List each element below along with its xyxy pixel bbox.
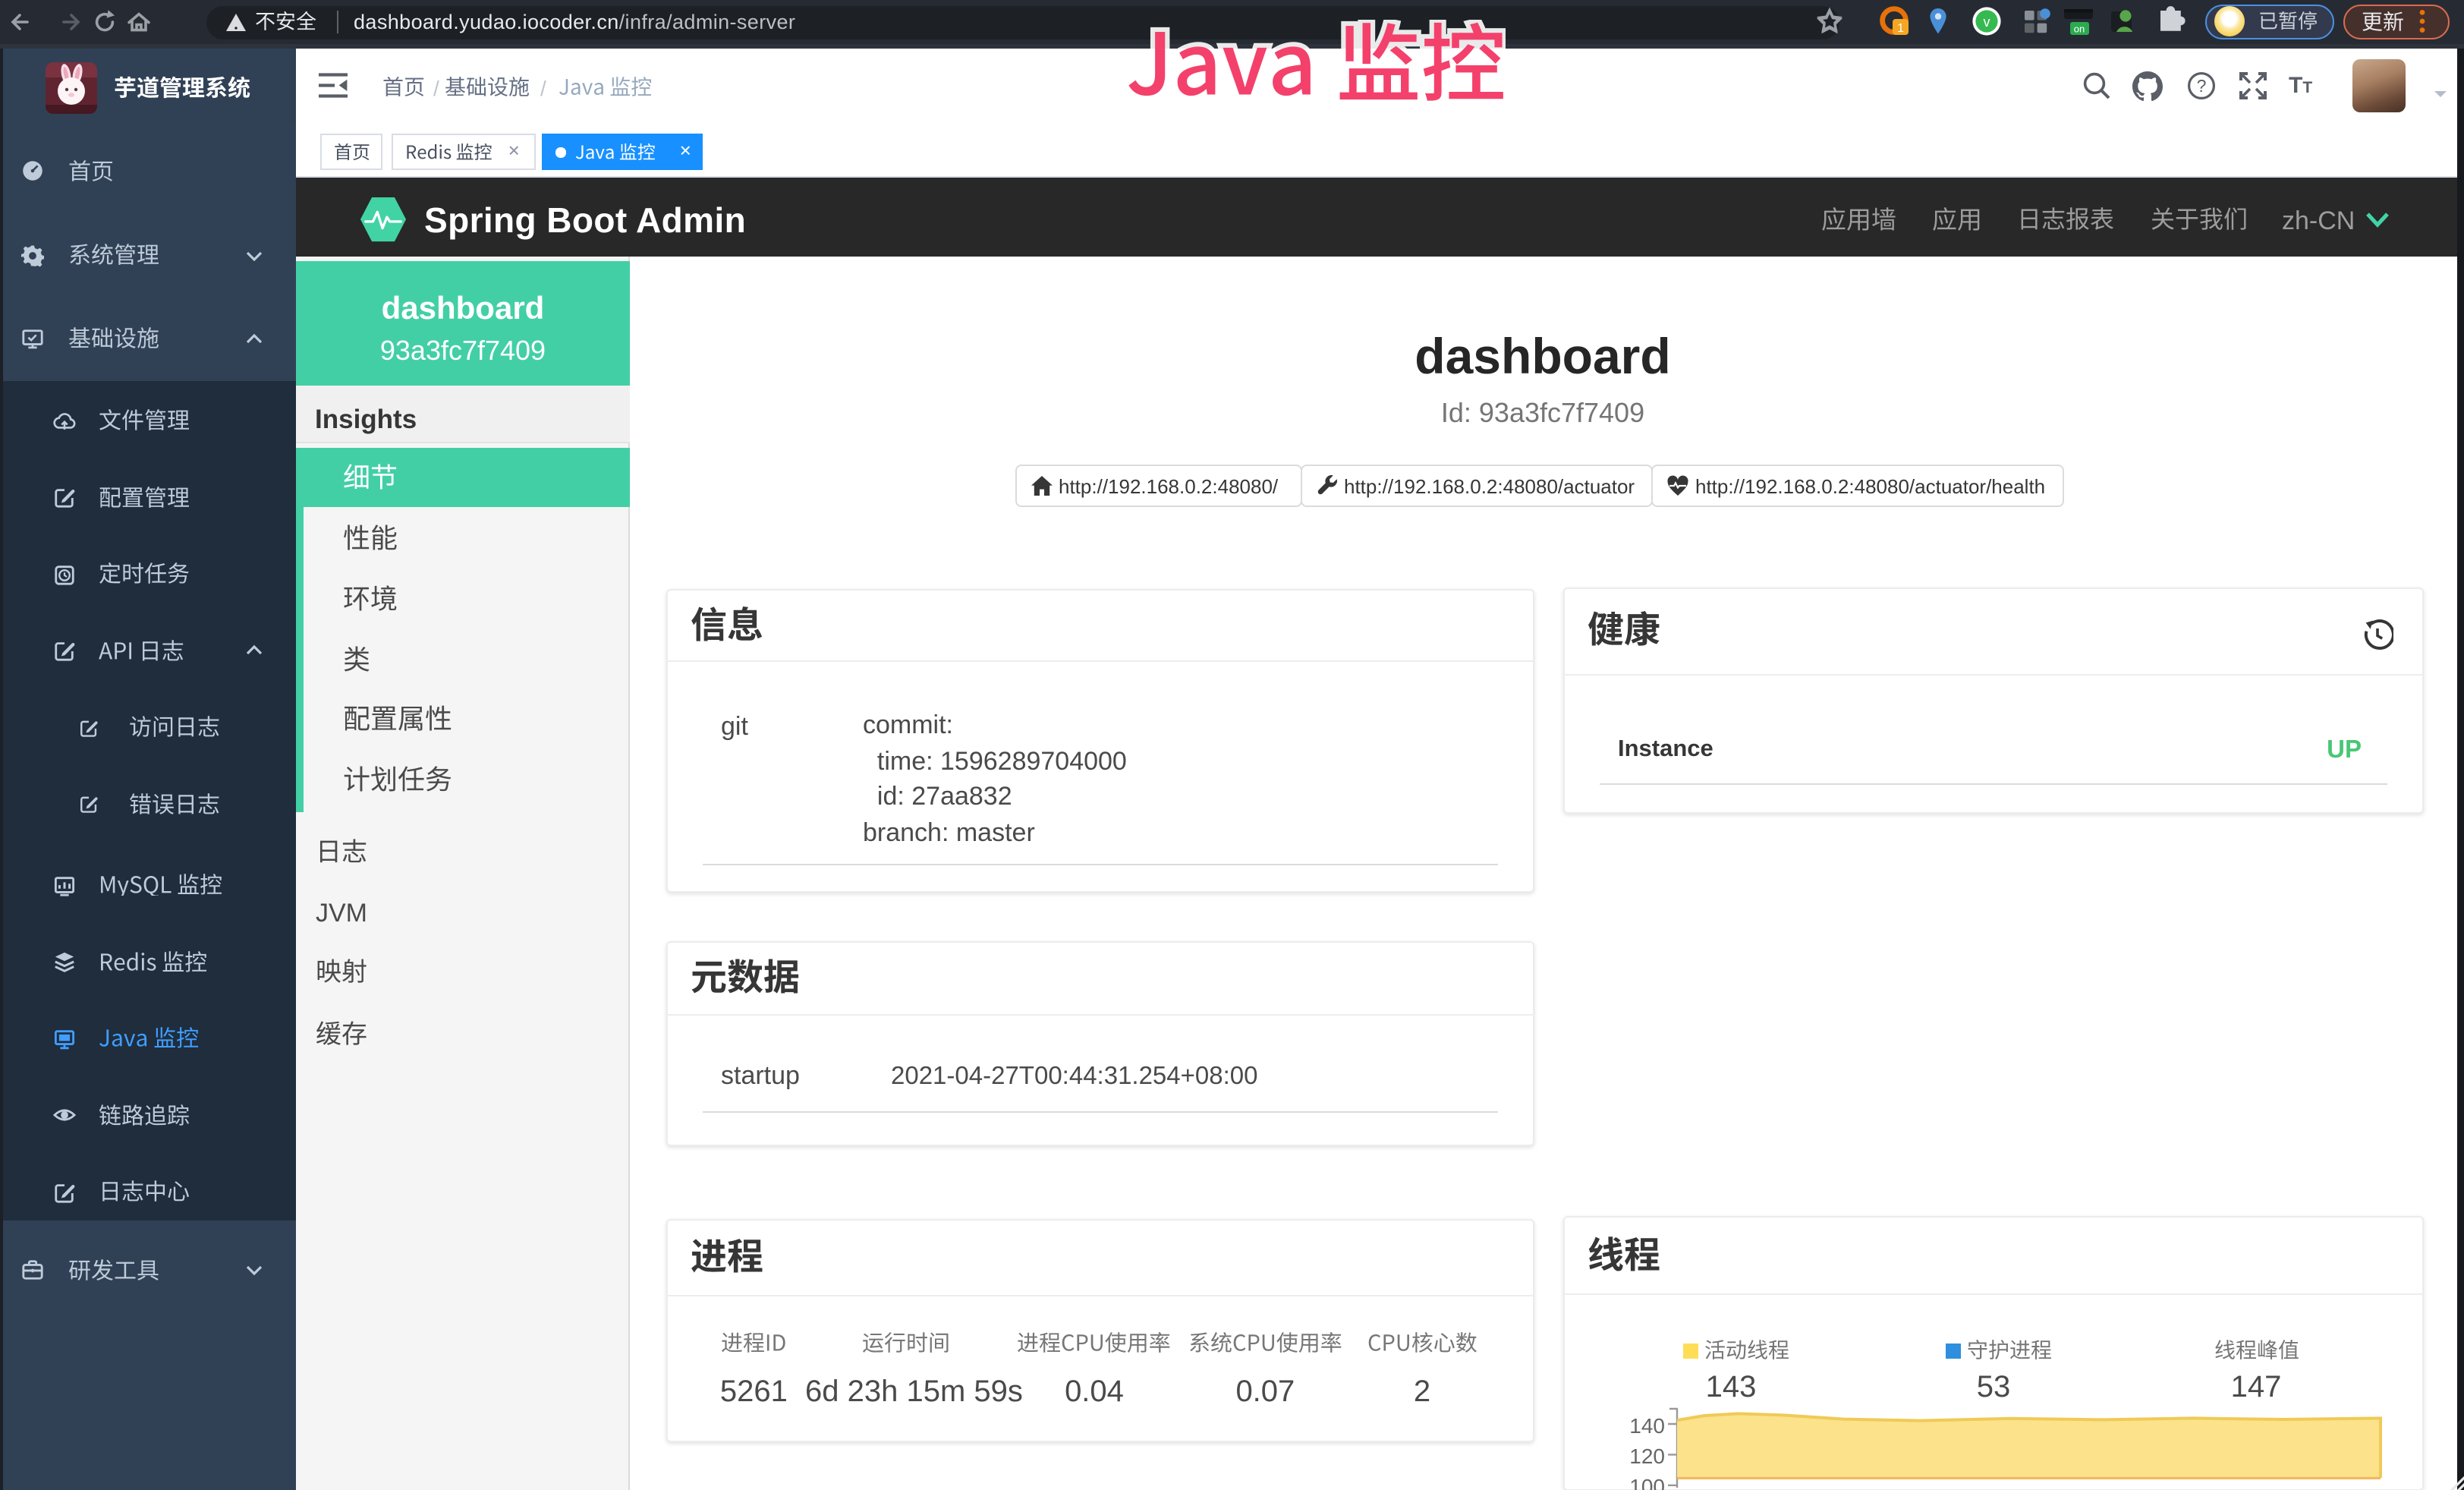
svg-text:1: 1 (1897, 22, 1904, 35)
svg-text:v: v (1984, 14, 1990, 30)
svg-text:on: on (2074, 24, 2085, 35)
svg-text:?: ? (2197, 76, 2207, 96)
